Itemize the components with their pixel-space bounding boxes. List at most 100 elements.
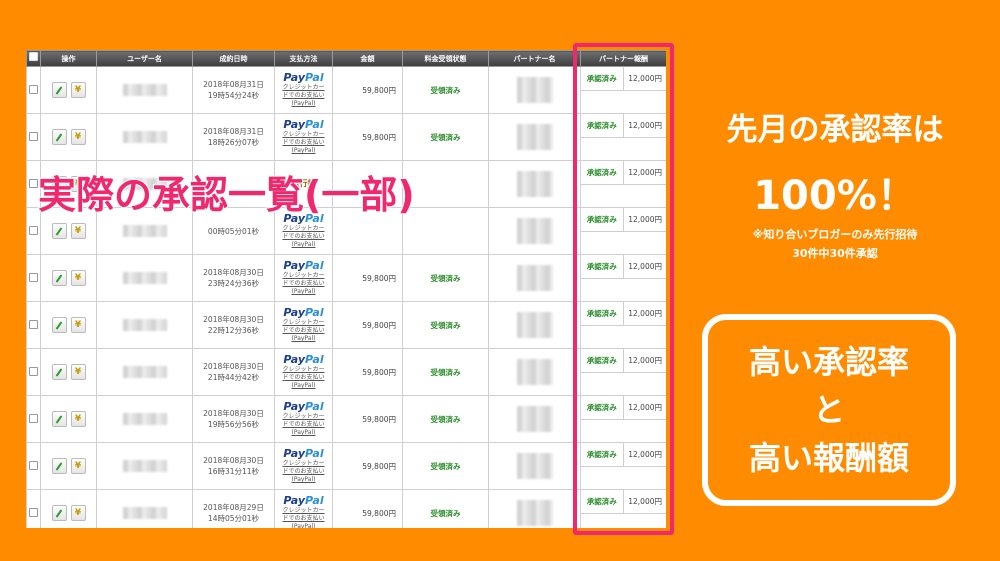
row-operations: ¥ — [40, 348, 97, 396]
row-operations: ¥ — [40, 489, 97, 528]
row-checkbox[interactable] — [26, 395, 41, 443]
payment-method-cell: PayPal クレジットカー ドでのお支払い (PayPal) — [274, 66, 333, 114]
features-line-3: 高い報酬額 — [748, 439, 909, 477]
payment-line-3[interactable]: (PayPal) — [275, 241, 332, 249]
payment-line-3[interactable]: (PayPal) — [275, 100, 332, 108]
header-partner-name: パートナー名 — [488, 50, 581, 67]
user-name-cell — [96, 489, 193, 528]
pencil-icon — [55, 273, 63, 283]
yen-icon: ¥ — [74, 85, 82, 95]
payment-line-1[interactable]: クレジットカー — [275, 131, 332, 139]
payment-line-2[interactable]: ドでのお支払い — [275, 421, 332, 429]
blurred-user-name — [122, 507, 167, 519]
partner-name-cell — [488, 160, 581, 208]
payment-line-2[interactable]: ドでのお支払い — [275, 468, 332, 476]
overlay-caption: 実際の承認一覧(一部) — [37, 172, 416, 218]
contract-date-cell: 2018年08月30日 23時24分36秒 — [192, 254, 275, 302]
payment-line-1[interactable]: クレジットカー — [275, 272, 332, 280]
row-operations: ¥ — [40, 113, 97, 161]
contract-date-cell: 2018年08月30日 22時12分36秒 — [192, 301, 275, 349]
select-all-checkbox[interactable] — [26, 50, 41, 67]
pencil-icon — [55, 508, 63, 518]
edit-button[interactable] — [51, 317, 67, 333]
yen-icon: ¥ — [74, 226, 82, 236]
payment-button[interactable]: ¥ — [70, 270, 86, 286]
payment-method-cell: PayPal クレジットカー ドでのお支払い (PayPal) — [274, 395, 333, 443]
payment-line-2[interactable]: ドでのお支払い — [275, 515, 332, 523]
payment-line-2[interactable]: ドでのお支払い — [275, 374, 332, 382]
partner-name-cell — [488, 489, 581, 528]
edit-button[interactable] — [51, 364, 67, 380]
payment-line-3[interactable]: (PayPal) — [275, 476, 332, 484]
payment-line-1[interactable]: クレジットカー — [275, 225, 332, 233]
amount-cell: 59,800円 — [332, 395, 403, 443]
payment-line-3[interactable]: (PayPal) — [275, 523, 332, 528]
contract-date-cell: 2018年08月31日 19時54分24秒 — [192, 66, 275, 114]
payment-button[interactable]: ¥ — [70, 458, 86, 474]
blurred-partner-name — [516, 312, 553, 338]
payment-line-1[interactable]: クレジットカー — [275, 319, 332, 327]
user-name-cell — [96, 395, 193, 443]
row-checkbox[interactable] — [26, 348, 41, 396]
payment-button[interactable]: ¥ — [70, 411, 86, 427]
blurred-user-name — [122, 413, 167, 425]
row-checkbox[interactable] — [26, 489, 41, 528]
transactions-table: 操作 ユーザー名 成約日時 支払方法 金額 料金受領状態 パートナー名 パートナ… — [26, 50, 666, 528]
payment-method-cell: PayPal クレジットカー ドでのお支払い (PayPal) — [274, 489, 333, 528]
edit-button[interactable] — [51, 505, 67, 521]
paypal-logo: PayPal — [283, 118, 324, 131]
partner-name-cell — [488, 395, 581, 443]
payment-line-1[interactable]: クレジットカー — [275, 460, 332, 468]
edit-button[interactable] — [51, 270, 67, 286]
payment-line-3[interactable]: (PayPal) — [275, 335, 332, 343]
edit-button[interactable] — [51, 458, 67, 474]
blurred-partner-name — [516, 218, 553, 244]
payment-button[interactable]: ¥ — [70, 82, 86, 98]
payment-line-3[interactable]: (PayPal) — [275, 429, 332, 437]
row-checkbox[interactable] — [26, 113, 41, 161]
table-header-row: 操作 ユーザー名 成約日時 支払方法 金額 料金受領状態 パートナー名 パートナ… — [26, 50, 666, 67]
payment-button[interactable]: ¥ — [70, 364, 86, 380]
payment-line-2[interactable]: ドでのお支払い — [275, 233, 332, 241]
payment-button[interactable]: ¥ — [70, 505, 86, 521]
edit-button[interactable] — [51, 129, 67, 145]
payment-line-2[interactable]: ドでのお支払い — [275, 139, 332, 147]
payment-line-2[interactable]: ドでのお支払い — [275, 280, 332, 288]
header-payment-method: 支払方法 — [274, 50, 333, 67]
user-name-cell — [96, 348, 193, 396]
payment-button[interactable]: ¥ — [70, 223, 86, 239]
blurred-partner-name — [516, 406, 553, 432]
edit-button[interactable] — [51, 411, 67, 427]
fee-status-cell: 受領済み — [402, 489, 489, 528]
payment-line-1[interactable]: クレジットカー — [275, 84, 332, 92]
row-checkbox[interactable] — [26, 442, 41, 490]
partner-name-cell — [488, 207, 581, 255]
payment-line-1[interactable]: クレジットカー — [275, 413, 332, 421]
pencil-icon — [55, 132, 63, 142]
header-contract-date: 成約日時 — [192, 50, 275, 67]
payment-line-3[interactable]: (PayPal) — [275, 382, 332, 390]
payment-button[interactable]: ¥ — [70, 129, 86, 145]
payment-line-2[interactable]: ドでのお支払い — [275, 327, 332, 335]
pencil-icon — [55, 226, 63, 236]
row-checkbox[interactable] — [26, 301, 41, 349]
edit-button[interactable] — [51, 82, 67, 98]
payment-line-3[interactable]: (PayPal) — [275, 288, 332, 296]
amount-cell: 59,800円 — [332, 254, 403, 302]
partner-name-cell — [488, 254, 581, 302]
partner-name-cell — [488, 442, 581, 490]
edit-button[interactable] — [51, 223, 67, 239]
payment-line-1[interactable]: クレジットカー — [275, 366, 332, 374]
payment-line-1[interactable]: クレジットカー — [275, 507, 332, 515]
payment-line-2[interactable]: ドでのお支払い — [275, 92, 332, 100]
paypal-logo: PayPal — [283, 259, 324, 272]
user-name-cell — [96, 66, 193, 114]
table-row: ¥2018年08月29日 14時05分01秒 PayPal クレジットカー ドでのお支払… — [26, 489, 666, 528]
yen-icon: ¥ — [74, 367, 82, 377]
row-checkbox[interactable] — [26, 254, 41, 302]
payment-line-3[interactable]: (PayPal) — [275, 147, 332, 155]
payment-button[interactable]: ¥ — [70, 317, 86, 333]
row-checkbox[interactable] — [26, 66, 41, 114]
table-row: ¥2018年08月30日 22時12分36秒 PayPal クレジットカー ドでのお支払… — [26, 301, 666, 349]
approval-count-note: 30件中30件承認 — [792, 247, 878, 260]
